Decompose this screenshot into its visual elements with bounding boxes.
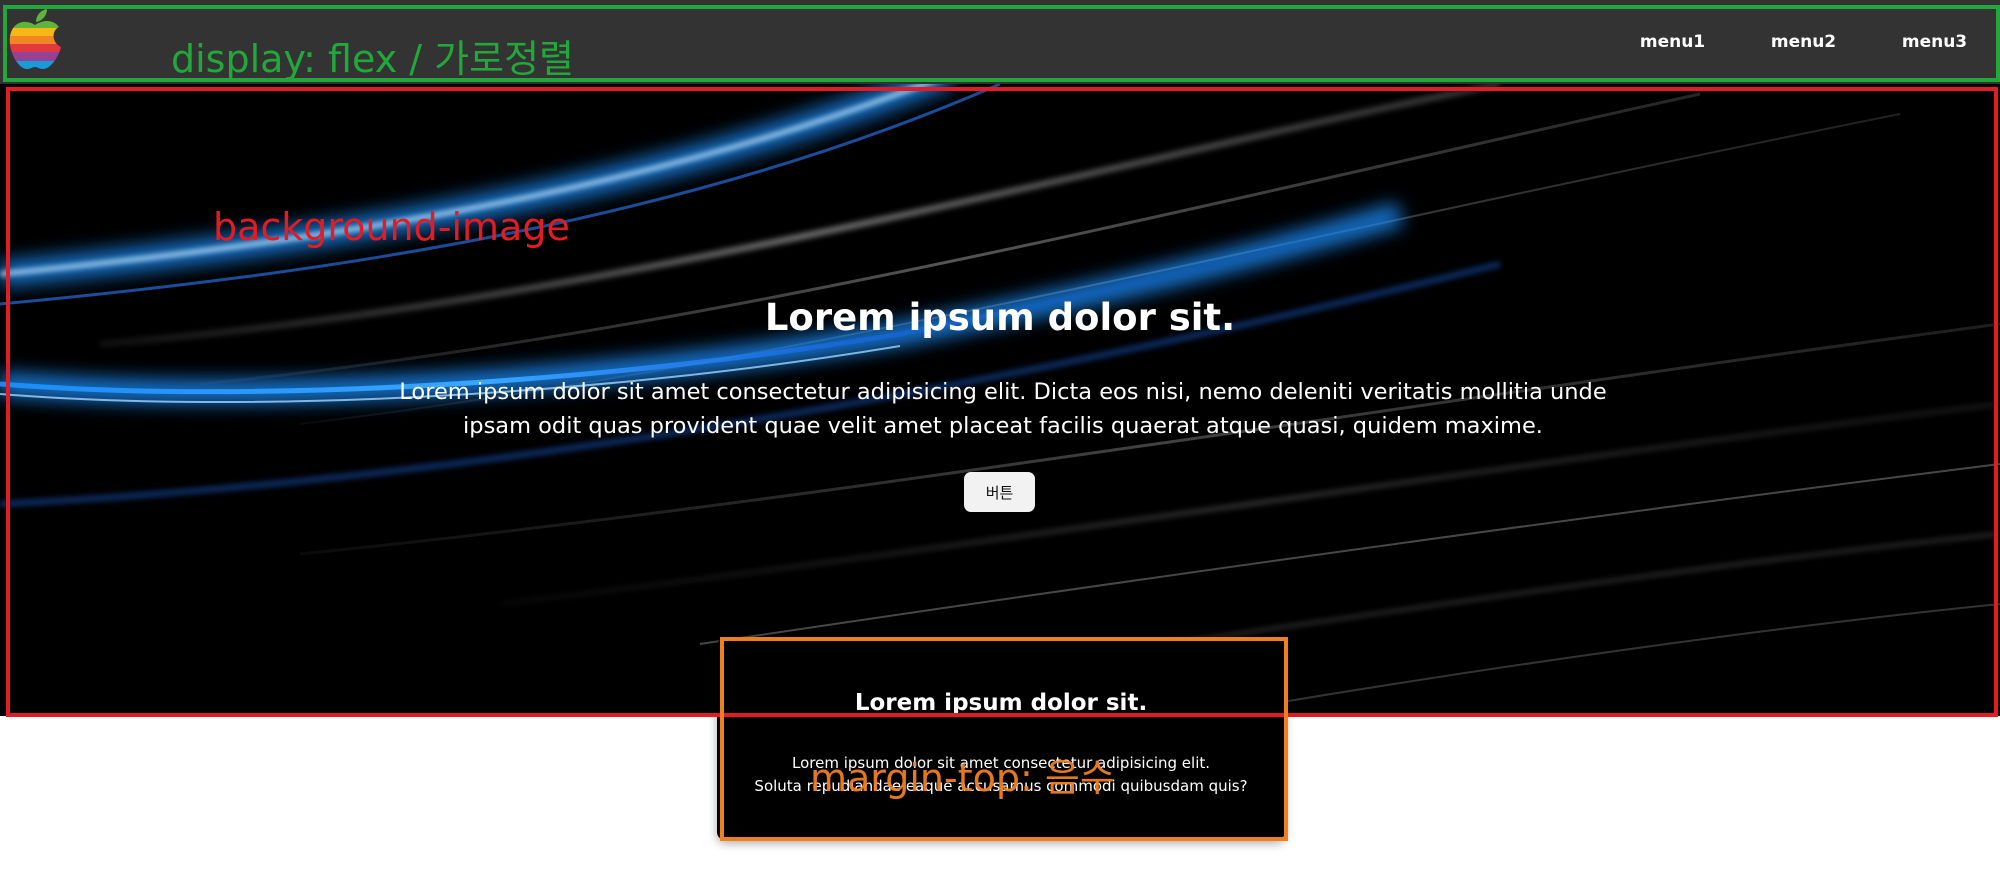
apple-logo-icon[interactable] [6, 7, 64, 71]
nav-menu: menu1 menu2 menu3 [1607, 0, 2000, 84]
hero-button[interactable]: 버튼 [964, 472, 1035, 512]
navbar: menu1 menu2 menu3 [0, 0, 2000, 84]
menu-item-1[interactable]: menu1 [1607, 32, 1738, 52]
hero-title: Lorem ipsum dolor sit. [764, 296, 1236, 339]
menu-item-3[interactable]: menu3 [1869, 32, 2000, 52]
hero-section: Lorem ipsum dolor sit. Lorem ipsum dolor… [0, 84, 2000, 716]
hero-description: Lorem ipsum dolor sit amet consectetur a… [399, 379, 1607, 439]
card-description: Lorem ipsum dolor sit amet consectetur a… [717, 752, 1285, 798]
card-text-line-2: Soluta repudiandae eaque accusamus commo… [754, 777, 1248, 795]
card-text-line-1: Lorem ipsum dolor sit amet consectetur a… [791, 754, 1211, 772]
menu-item-2[interactable]: menu2 [1738, 32, 1869, 52]
card-title: Lorem ipsum dolor sit. [854, 690, 1148, 716]
info-card: Lorem ipsum dolor sit. Lorem ipsum dolor… [717, 638, 1285, 840]
